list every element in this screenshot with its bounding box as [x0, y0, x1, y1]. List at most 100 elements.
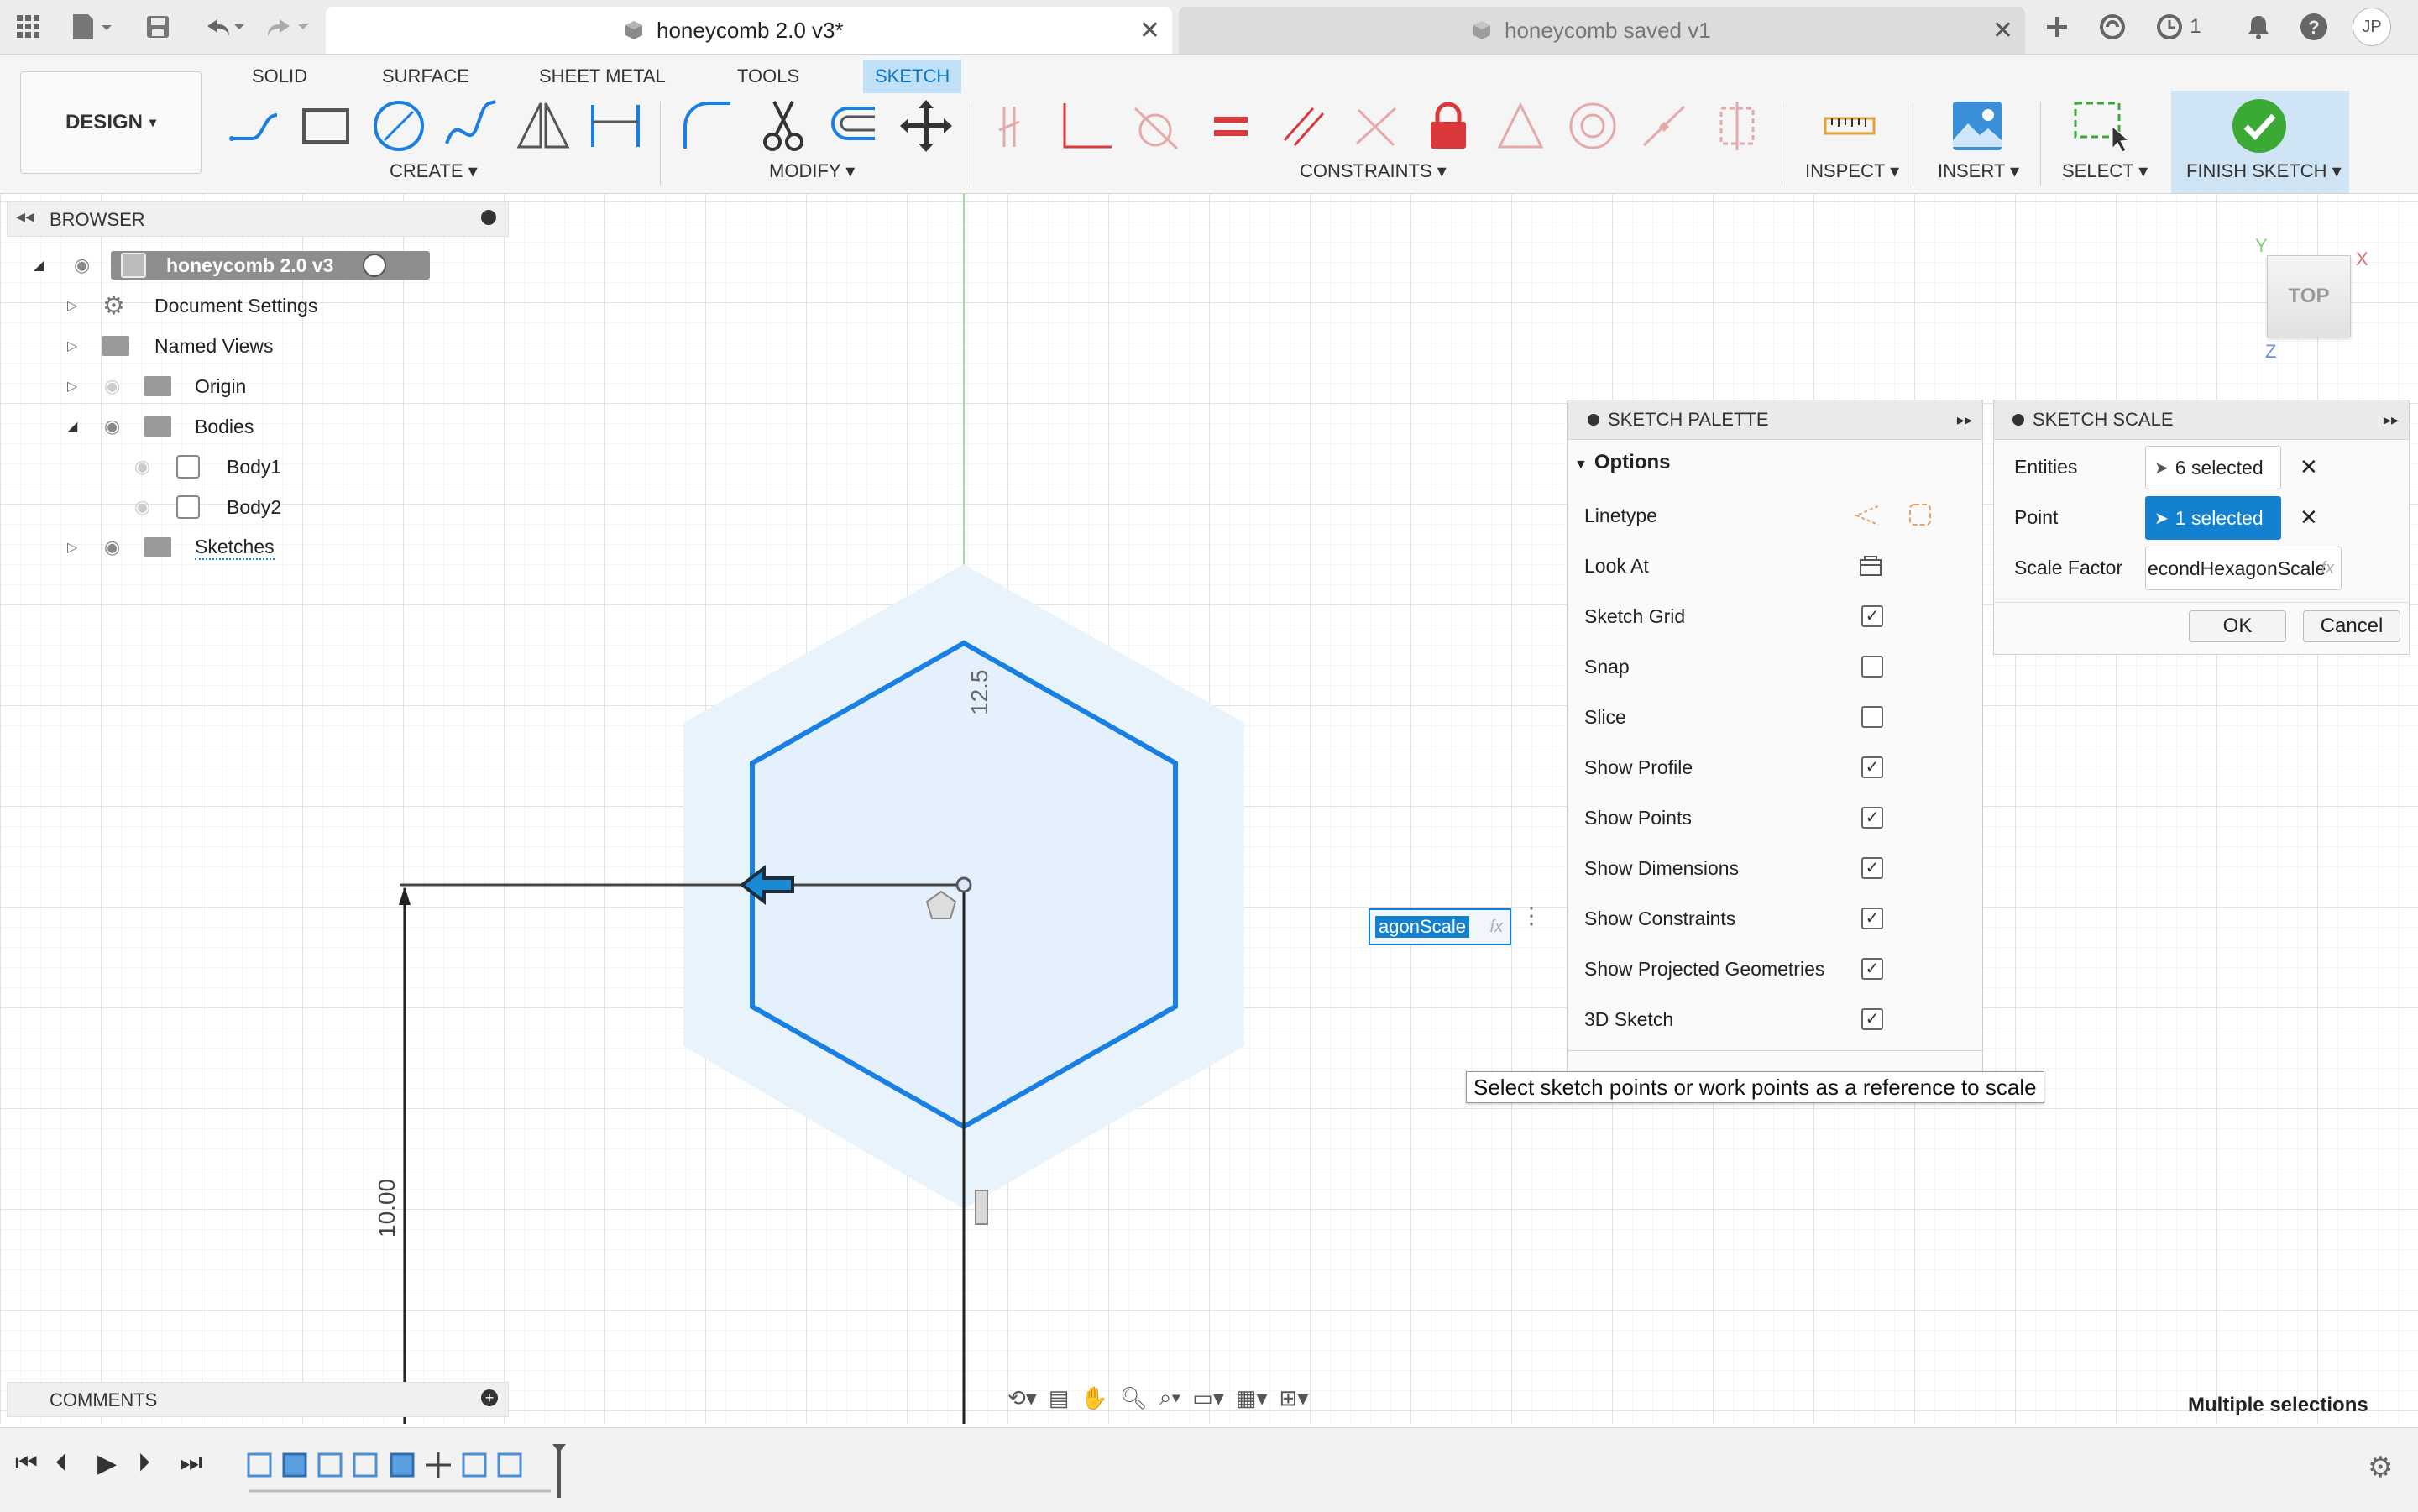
app-grid-icon[interactable] — [12, 8, 45, 45]
timeline-sketch-icon[interactable] — [462, 1452, 487, 1478]
options-section-header[interactable]: ▼ Options — [1574, 451, 1671, 474]
line-tool-icon[interactable] — [225, 97, 284, 155]
scale-factor-input[interactable]: econdHexagonScale fx — [2145, 547, 2342, 590]
more-options-icon[interactable]: ⋮ — [1520, 904, 1543, 928]
timeline-move-icon[interactable] — [426, 1452, 451, 1478]
fix-lock-icon[interactable] — [1419, 97, 1478, 155]
tab-surface[interactable]: SURFACE — [370, 60, 481, 93]
viewports-icon[interactable]: ⊞▾ — [1280, 1385, 1309, 1411]
linetype-centerline-icon[interactable] — [1907, 501, 1934, 528]
go-to-start-icon[interactable]: ⏮ — [15, 1449, 38, 1478]
step-forward-icon[interactable]: ⏵ — [138, 1449, 150, 1478]
dialog-pin-icon[interactable] — [2012, 414, 2024, 426]
offset-tool-icon[interactable] — [823, 97, 882, 155]
tab-solid[interactable]: SOLID — [240, 60, 319, 93]
close-tab-icon[interactable]: ✕ — [1139, 16, 1160, 45]
browser-item-sketches[interactable]: ▷ ◉ Sketches — [34, 531, 395, 564]
expand-arrow-icon[interactable]: ▷ — [67, 297, 77, 314]
timeline-sketch-icon[interactable] — [353, 1452, 378, 1478]
view-cube-face[interactable]: TOP — [2267, 255, 2351, 337]
circle-tool-icon[interactable] — [369, 97, 428, 155]
collinear-constraint-icon[interactable] — [1347, 97, 1405, 155]
visibility-eye-icon[interactable]: ◉ — [104, 416, 120, 437]
finish-sketch-menu[interactable]: FINISH SKETCH ▾ — [2186, 160, 2342, 182]
browser-pin-icon[interactable] — [481, 210, 496, 225]
browser-item-document-settings[interactable]: ▷ ⚙ Document Settings — [34, 289, 395, 322]
expand-arrow-icon[interactable]: ▷ — [67, 337, 77, 354]
clear-entities-icon[interactable]: ✕ — [2300, 454, 2318, 480]
constraints-menu[interactable]: CONSTRAINTS ▾ — [1300, 160, 1447, 182]
user-avatar[interactable]: JP — [2353, 8, 2391, 46]
vertical-dimension-label[interactable]: 10.00 — [374, 1179, 400, 1237]
help-icon[interactable]: ? — [2295, 8, 2332, 45]
cancel-button[interactable]: Cancel — [2303, 610, 2400, 642]
inspect-menu[interactable]: INSPECT ▾ — [1805, 160, 1899, 182]
tab-honeycomb-v3[interactable]: honeycomb 2.0 v3* ✕ — [326, 7, 1172, 54]
concentric-constraint-icon[interactable] — [1563, 97, 1622, 155]
browser-item-body2[interactable]: ◉ Body2 — [34, 490, 395, 524]
measure-ruler-icon[interactable] — [1820, 97, 1879, 155]
trim-tool-icon[interactable] — [754, 97, 813, 155]
equal-constraint-icon[interactable] — [1202, 97, 1261, 155]
tab-honeycomb-saved[interactable]: honeycomb saved v1 ✕ — [1179, 7, 2025, 54]
orbit-icon[interactable]: ⟲▾ — [1008, 1385, 1037, 1411]
go-to-end-icon[interactable]: ⏭ — [180, 1449, 202, 1478]
linetype-construction-icon[interactable] — [1853, 503, 1880, 528]
scale-parameter-input[interactable]: agonScale fx — [1369, 908, 1511, 945]
curvature-constraint-icon[interactable] — [1708, 97, 1766, 155]
modify-menu[interactable]: MODIFY ▾ — [769, 160, 855, 182]
mirror-tool-icon[interactable] — [514, 97, 573, 155]
timeline-sketch-icon[interactable] — [497, 1452, 522, 1478]
ok-button[interactable]: OK — [2189, 610, 2286, 642]
look-at-icon[interactable]: ▤ — [1049, 1385, 1070, 1411]
expand-arrow-icon[interactable]: ◢ — [34, 257, 44, 274]
create-menu[interactable]: CREATE ▾ — [390, 160, 478, 182]
browser-item-named-views[interactable]: ▷ Named Views — [34, 329, 395, 363]
fx-icon[interactable]: fx — [1489, 918, 1503, 937]
new-tab-icon[interactable] — [2039, 8, 2075, 45]
center-point[interactable] — [955, 876, 972, 893]
slice-checkbox[interactable] — [1861, 706, 1883, 728]
save-icon[interactable] — [141, 8, 175, 45]
tab-tools[interactable]: TOOLS — [725, 60, 811, 93]
browser-item-origin[interactable]: ▷ ◉ Origin — [34, 369, 395, 403]
job-status-icon[interactable]: 1 — [2149, 8, 2208, 45]
expand-arrow-icon[interactable]: ▷ — [67, 539, 77, 556]
collapse-arrow-icon[interactable]: ◢ — [67, 418, 77, 435]
file-menu-icon[interactable] — [67, 8, 118, 45]
undo-icon[interactable] — [198, 8, 249, 45]
close-tab-icon[interactable]: ✕ — [1992, 16, 2013, 45]
sketch-grid-checkbox[interactable]: ✓ — [1861, 605, 1883, 627]
browser-root-item[interactable]: ◢ ◉ honeycomb 2.0 v3 — [34, 249, 430, 282]
timeline-sketch-icon[interactable] — [317, 1452, 343, 1478]
move-tool-icon[interactable] — [897, 97, 955, 155]
visibility-eye-icon[interactable]: ◉ — [104, 536, 120, 558]
insert-image-icon[interactable] — [1948, 97, 2007, 155]
timeline-settings-gear-icon[interactable]: ⚙ — [2368, 1451, 2393, 1484]
notifications-bell-icon[interactable] — [2240, 8, 2277, 45]
add-comment-icon[interactable]: + — [481, 1389, 498, 1406]
tab-sheet-metal[interactable]: SHEET METAL — [527, 60, 678, 93]
perpendicular-constraint-icon[interactable] — [1056, 97, 1115, 155]
show-profile-checkbox[interactable]: ✓ — [1861, 756, 1883, 778]
coincident-constraint-icon[interactable] — [987, 97, 1046, 155]
expand-panel-icon[interactable]: ▸▸ — [1957, 411, 1972, 429]
point-selection[interactable]: ➤ 1 selected — [2145, 496, 2281, 540]
expand-panel-icon[interactable]: ▸▸ — [2384, 411, 2399, 429]
hidden-eye-icon[interactable]: ◉ — [134, 456, 150, 478]
browser-item-body1[interactable]: ◉ Body1 — [34, 450, 395, 484]
redo-icon[interactable] — [262, 8, 312, 45]
timeline-extrude-icon[interactable] — [282, 1452, 307, 1478]
snap-checkbox[interactable] — [1861, 656, 1883, 678]
3d-sketch-checkbox[interactable]: ✓ — [1861, 1008, 1883, 1030]
hidden-eye-icon[interactable]: ◉ — [104, 375, 120, 397]
parallel-constraint-icon[interactable] — [1274, 97, 1333, 155]
activate-radio-icon[interactable] — [363, 254, 386, 277]
display-settings-icon[interactable]: ▭▾ — [1192, 1385, 1224, 1411]
step-back-icon[interactable]: ⏴ — [55, 1449, 68, 1478]
hidden-eye-icon[interactable]: ◉ — [134, 496, 150, 518]
play-icon[interactable]: ▶ — [97, 1449, 117, 1478]
zoom-window-icon[interactable]: ⌕▾ — [1159, 1384, 1180, 1411]
expand-arrow-icon[interactable]: ▷ — [67, 378, 77, 395]
tangent-constraint-icon[interactable] — [1127, 97, 1185, 155]
